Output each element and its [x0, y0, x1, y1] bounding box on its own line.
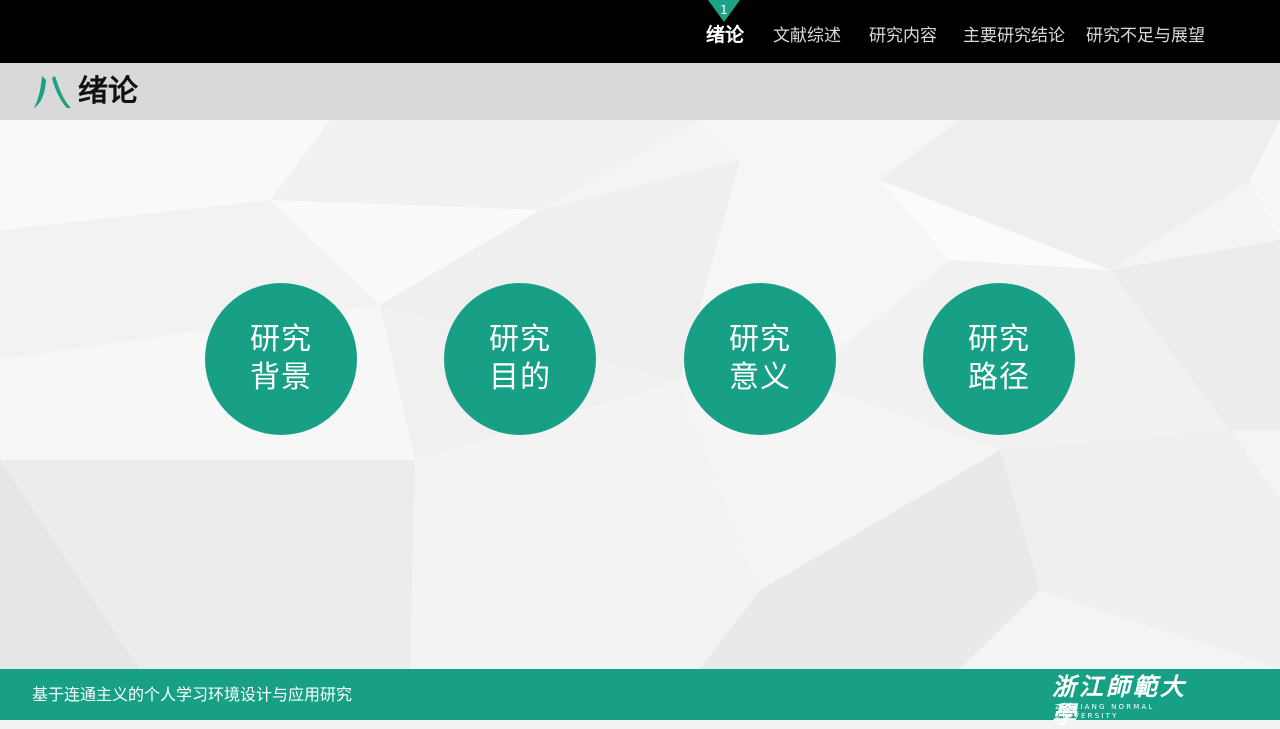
- circle-research-purpose[interactable]: 研究 目的: [444, 283, 596, 435]
- circle-label-line2: 意义: [729, 360, 791, 395]
- circle-research-path[interactable]: 研究 路径: [923, 283, 1075, 435]
- section-title: 绪论: [78, 74, 138, 109]
- nav-item-limitations-outlook[interactable]: 研究不足与展望: [1086, 24, 1205, 48]
- section-logo-icon: [34, 76, 71, 108]
- nav-item-research-content[interactable]: 研究内容: [869, 24, 937, 48]
- presentation-title: 基于连通主义的个人学习环境设计与应用研究: [32, 685, 353, 704]
- footer-bar: 基于连通主义的个人学习环境设计与应用研究 浙江師範大學 ZHEJIANG NOR…: [0, 669, 1280, 729]
- circle-label-line1: 研究: [968, 322, 1030, 357]
- top-nav-bar: 1 绪论 文献综述 研究内容 主要研究结论 研究不足与展望: [0, 0, 1280, 63]
- circle-label-line2: 路径: [968, 360, 1030, 395]
- circle-label-line2: 目的: [489, 360, 551, 395]
- nav-item-literature-review[interactable]: 文献综述: [773, 24, 841, 48]
- university-logo-english: ZHEJIANG NORMAL UNIVERSITY: [1055, 703, 1155, 720]
- nav-item-introduction[interactable]: 绪论: [706, 23, 744, 47]
- low-poly-background: [0, 120, 1280, 669]
- active-section-number: 1: [720, 3, 728, 17]
- circle-research-significance[interactable]: 研究 意义: [684, 283, 836, 435]
- circle-label-line2: 背景: [250, 360, 312, 395]
- circle-research-background[interactable]: 研究 背景: [205, 283, 357, 435]
- circle-label-line1: 研究: [250, 322, 312, 357]
- main-content-area: 研究 背景 研究 目的 研究 意义 研究 路径: [0, 120, 1280, 669]
- circle-label-line1: 研究: [729, 322, 791, 357]
- university-logo: 浙江師範大學 ZHEJIANG NORMAL UNIVERSITY: [1052, 673, 1202, 729]
- nav-item-main-conclusions[interactable]: 主要研究结论: [963, 24, 1065, 48]
- section-header: 绪论: [0, 63, 1280, 120]
- circle-label-line1: 研究: [489, 322, 551, 357]
